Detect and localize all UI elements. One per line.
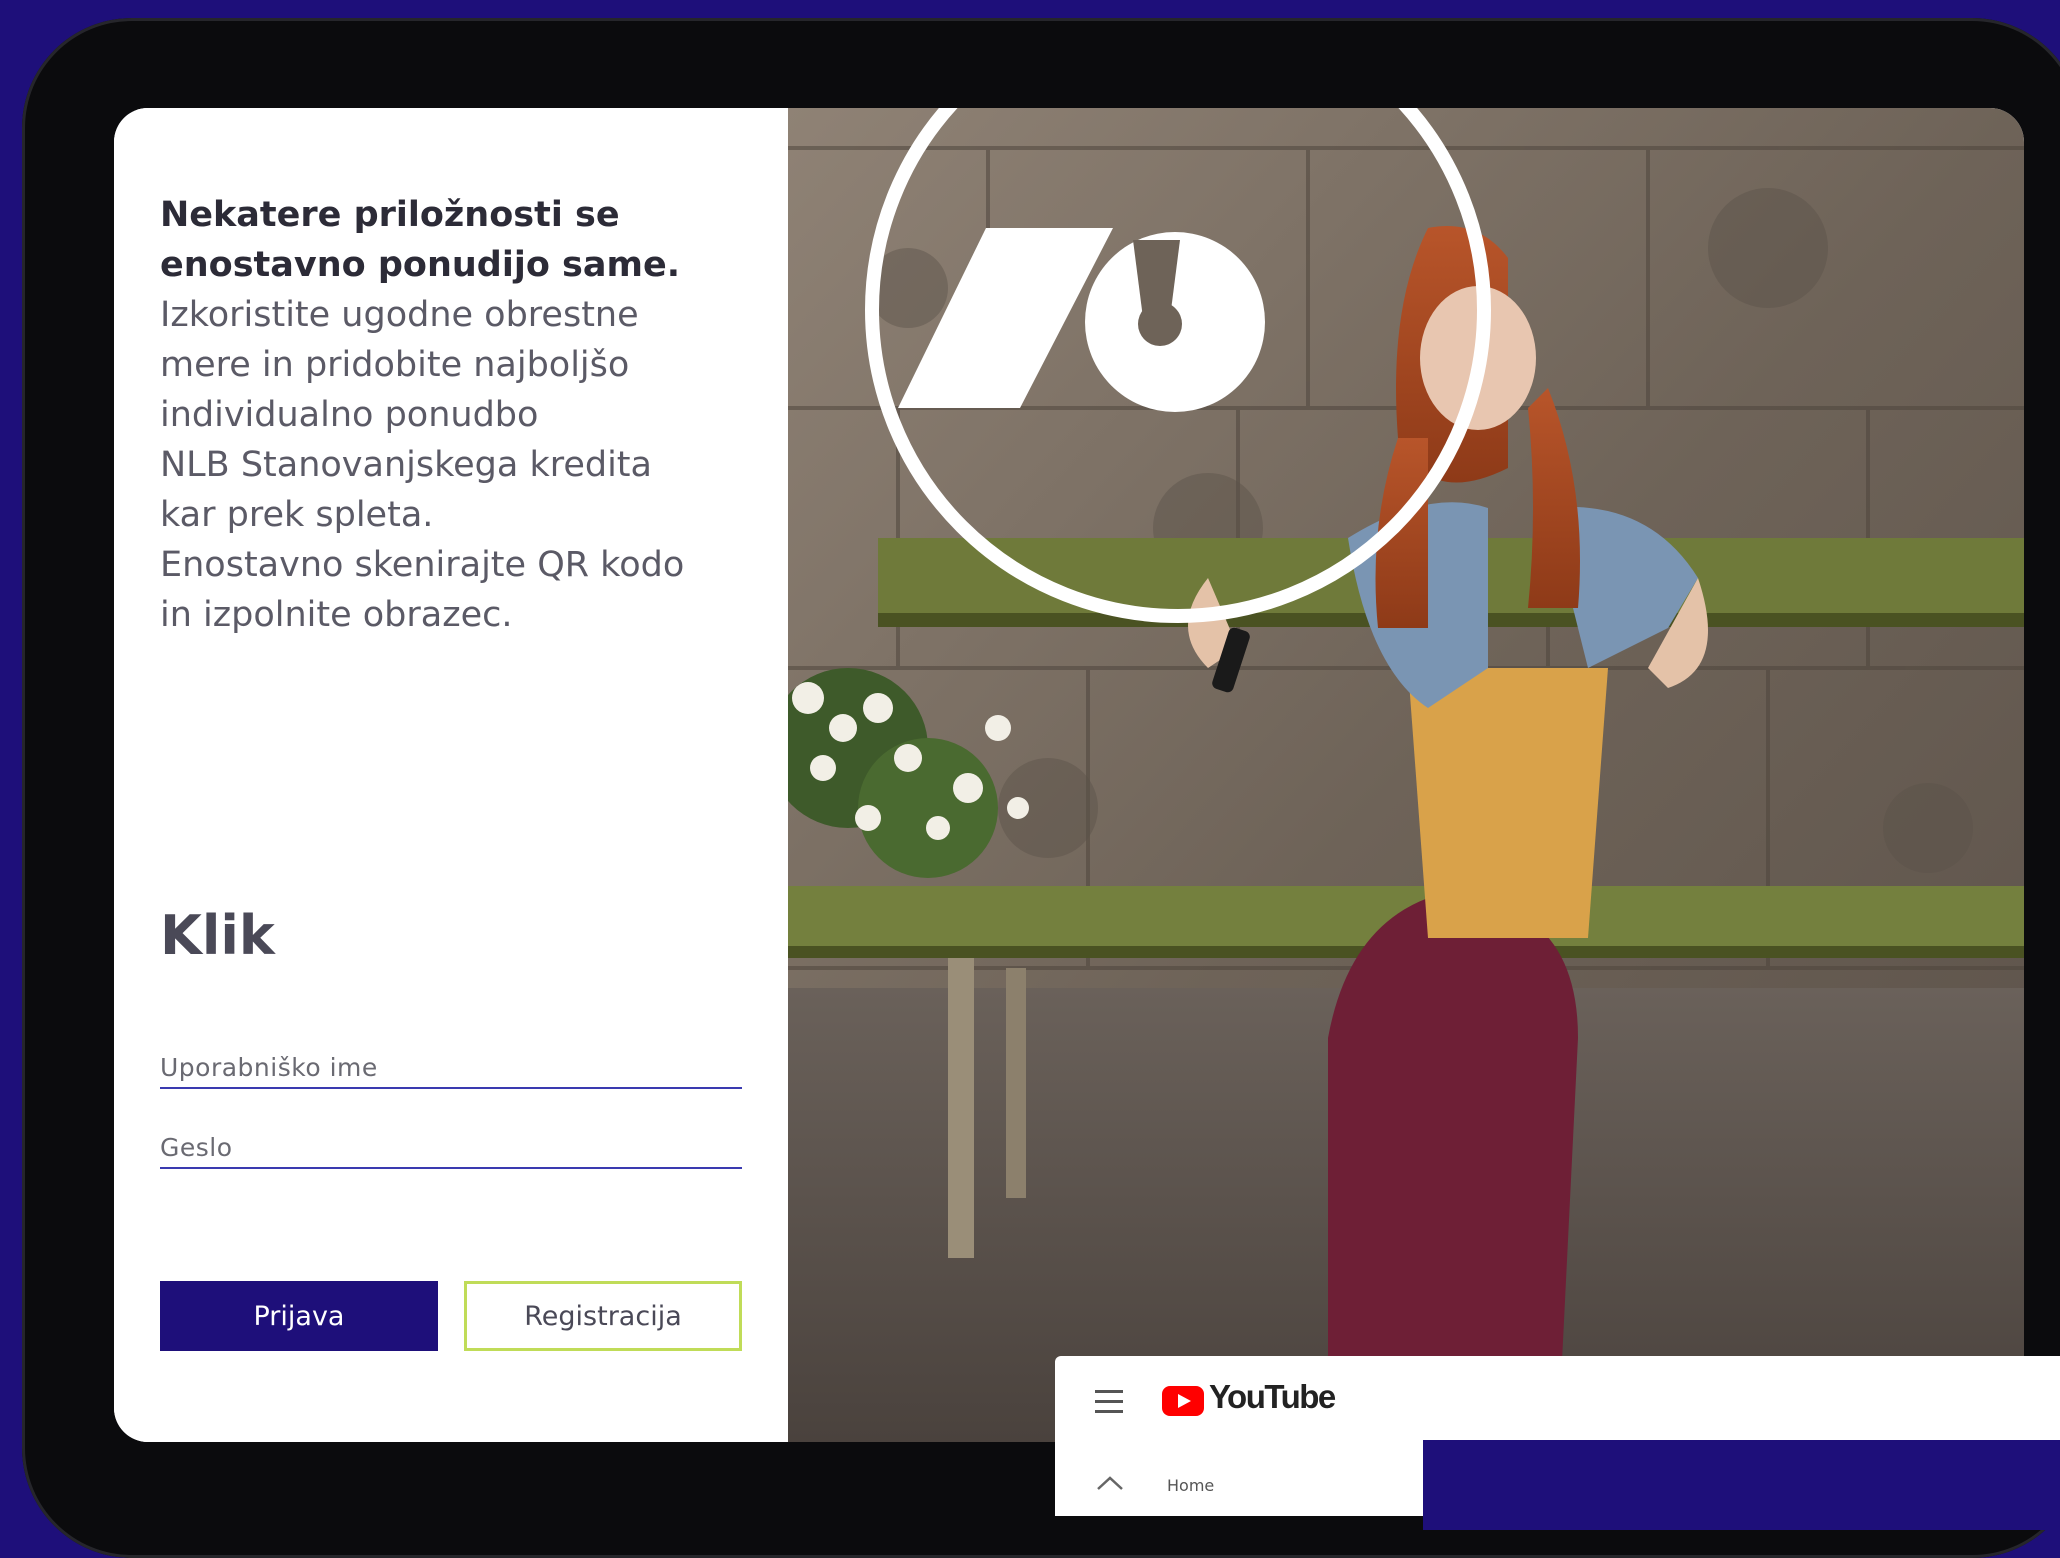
promo-headline-line-2: enostavno ponudijo same. [160, 245, 681, 285]
youtube-logo-text[interactable]: YouTube [1209, 1378, 1336, 1416]
promo-body-line-5: kar prek spleta. [160, 495, 434, 535]
password-input[interactable] [160, 1127, 742, 1167]
youtube-banner [1423, 1440, 2060, 1530]
promo-text: Nekatere priložnosti se enostavno ponudi… [160, 190, 730, 640]
promo-body-line-6: Enostavno skenirajte QR kodo [160, 545, 685, 585]
login-button[interactable]: Prijava [160, 1281, 438, 1351]
menu-icon[interactable] [1095, 1390, 1123, 1420]
home-icon[interactable] [1095, 1474, 1125, 1504]
youtube-overlay: YouTube Home [1055, 1356, 2060, 1530]
nav-home-link[interactable]: Home [1167, 1476, 1214, 1495]
register-button[interactable]: Registracija [464, 1281, 742, 1351]
promo-body-line-1: Izkoristite ugodne obrestne [160, 295, 639, 335]
promo-body-line-7: in izpolnite obrazec. [160, 595, 513, 635]
brand-title: Klik [160, 904, 275, 967]
promo-body-line-2: mere in pridobite najboljšo [160, 345, 630, 385]
login-panel: Nekatere priložnosti se enostavno ponudi… [114, 108, 788, 1442]
hero-photo [788, 108, 2024, 1442]
password-field [160, 1127, 742, 1169]
promo-body-line-3: individualno ponudbo [160, 395, 539, 435]
username-input[interactable] [160, 1047, 742, 1087]
promo-body-line-4: NLB Stanovanjskega kredita [160, 445, 652, 485]
username-field [160, 1047, 742, 1089]
youtube-logo-icon[interactable] [1162, 1386, 1204, 1416]
promo-headline-line-1: Nekatere priložnosti se [160, 195, 620, 235]
tablet-frame: Nekatere priložnosti se enostavno ponudi… [22, 18, 2060, 1558]
tablet-screen: Nekatere priložnosti se enostavno ponudi… [114, 108, 2024, 1442]
